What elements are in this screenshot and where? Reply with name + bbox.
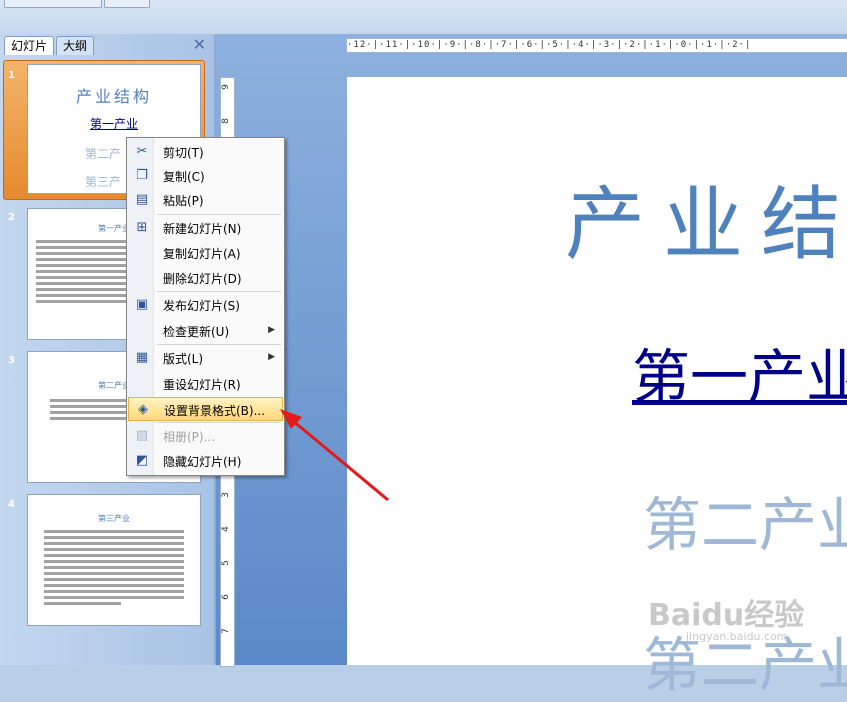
menu-item-label: 剪切(T) xyxy=(163,146,204,160)
menu-item-copy[interactable]: ❐ 复制(C) xyxy=(128,164,283,188)
menu-item-label: 重设幻灯片(R) xyxy=(163,378,241,392)
ruler-tick-label: 3 xyxy=(220,492,231,498)
slide-number: 3 xyxy=(8,355,15,366)
layout-icon: ▦ xyxy=(135,350,149,365)
menu-separator xyxy=(157,422,281,423)
menu-item-new-slide[interactable]: ⊞ 新建幻灯片(N) xyxy=(128,216,283,240)
menu-item-paste[interactable]: ▤ 粘贴(P) xyxy=(128,188,283,212)
menu-item-label: 复制(C) xyxy=(163,170,205,184)
watermark-brand: Baidu经验 xyxy=(648,598,805,633)
slide-thumbnail-4[interactable]: 第三产业 xyxy=(27,494,201,626)
format-background-icon: ◈ xyxy=(138,402,148,417)
paste-icon: ▤ xyxy=(135,192,149,207)
menu-item-label: 版式(L) xyxy=(163,352,204,366)
thumb-title: 第三产业 xyxy=(98,514,130,523)
menu-item-check-updates[interactable]: 检查更新(U) ▶ xyxy=(128,319,283,343)
copy-icon: ❐ xyxy=(136,168,148,183)
menu-item-photo-album[interactable]: ▨ 相册(P)... xyxy=(128,424,283,448)
hide-slide-icon: ◩ xyxy=(135,453,149,468)
thumb-line: 第二产 xyxy=(85,147,122,161)
photo-album-icon: ▨ xyxy=(135,428,149,443)
thumb-body-text xyxy=(44,527,184,608)
menu-item-cut[interactable]: ✂ 剪切(T) xyxy=(128,140,283,164)
pane-tabs: 幻灯片 大纲 ✕ xyxy=(0,34,214,56)
menu-separator xyxy=(157,291,281,292)
menu-item-layout[interactable]: ▦ 版式(L) ▶ xyxy=(128,346,283,370)
menu-separator xyxy=(157,344,281,345)
menu-item-delete-slide[interactable]: 删除幻灯片(D) xyxy=(128,266,283,290)
menu-item-label: 粘贴(P) xyxy=(163,194,204,208)
ribbon-control[interactable] xyxy=(4,0,102,8)
menu-item-publish-slides[interactable]: ▣ 发布幻灯片(S) xyxy=(128,293,283,317)
menu-item-label: 发布幻灯片(S) xyxy=(163,299,240,313)
new-slide-icon: ⊞ xyxy=(136,220,148,235)
menu-item-label: 删除幻灯片(D) xyxy=(163,272,242,286)
close-icon[interactable]: ✕ xyxy=(193,35,206,54)
menu-item-format-background[interactable]: ◈ 设置背景格式(B)... xyxy=(128,397,283,421)
baidu-watermark: Baidu经验 jingyan.baidu.com xyxy=(648,590,805,643)
ruler-tick-label: 9 xyxy=(220,84,231,90)
slide-title[interactable]: 产业结 xyxy=(565,160,847,276)
slide-number: 4 xyxy=(8,499,15,510)
scissors-icon: ✂ xyxy=(136,144,148,159)
watermark-url: jingyan.baidu.com xyxy=(686,630,788,643)
publish-slides-icon: ▣ xyxy=(135,297,149,312)
menu-item-label: 检查更新(U) xyxy=(163,325,230,339)
ruler-tick-label: 4 xyxy=(220,526,231,532)
tab-outline[interactable]: 大纲 xyxy=(56,36,95,55)
tab-slides[interactable]: 幻灯片 xyxy=(4,36,55,55)
ruler-tick-label: 6 xyxy=(220,594,231,600)
slide-bullet-1[interactable]: 第一产业 xyxy=(632,330,847,414)
context-menu: ✂ 剪切(T) ❐ 复制(C) ▤ 粘贴(P) ⊞ 新建幻灯片(N) 复制幻灯片… xyxy=(126,137,285,476)
menu-separator xyxy=(157,214,281,215)
slide-number: 1 xyxy=(8,70,15,81)
ruler-tick-label: 5 xyxy=(220,560,231,566)
thumb-line: 第三产 xyxy=(85,175,122,189)
slide-number: 2 xyxy=(8,212,15,223)
menu-item-reset-slide[interactable]: 重设幻灯片(R) xyxy=(128,372,283,396)
menu-item-label: 复制幻灯片(A) xyxy=(163,247,241,261)
slide-bullet-2[interactable]: 第二产业 xyxy=(643,478,847,562)
menu-item-label: 新建幻灯片(N) xyxy=(163,222,242,236)
submenu-arrow-icon: ▶ xyxy=(268,325,275,335)
horizontal-ruler[interactable]: ·12·|·11·|·10·|·9·|·8·|·7·|·6·|·5·|·4·|·… xyxy=(346,38,847,53)
menu-item-label: 设置背景格式(B)... xyxy=(164,404,266,418)
menu-item-label: 隐藏幻灯片(H) xyxy=(163,455,242,469)
ruler-tick-label: 8 xyxy=(220,118,231,124)
submenu-arrow-icon: ▶ xyxy=(268,352,275,362)
menu-item-label: 相册(P)... xyxy=(163,430,216,444)
thumb-line: 第一产业 xyxy=(89,117,138,131)
menu-item-hide-slide[interactable]: ◩ 隐藏幻灯片(H) xyxy=(128,449,283,473)
thumb-title: 产业结构 xyxy=(75,87,152,106)
menu-item-duplicate-slide[interactable]: 复制幻灯片(A) xyxy=(128,241,283,265)
ribbon-control[interactable] xyxy=(104,0,150,8)
ruler-tick-label: 7 xyxy=(220,628,231,634)
ribbon-strip xyxy=(0,0,847,35)
